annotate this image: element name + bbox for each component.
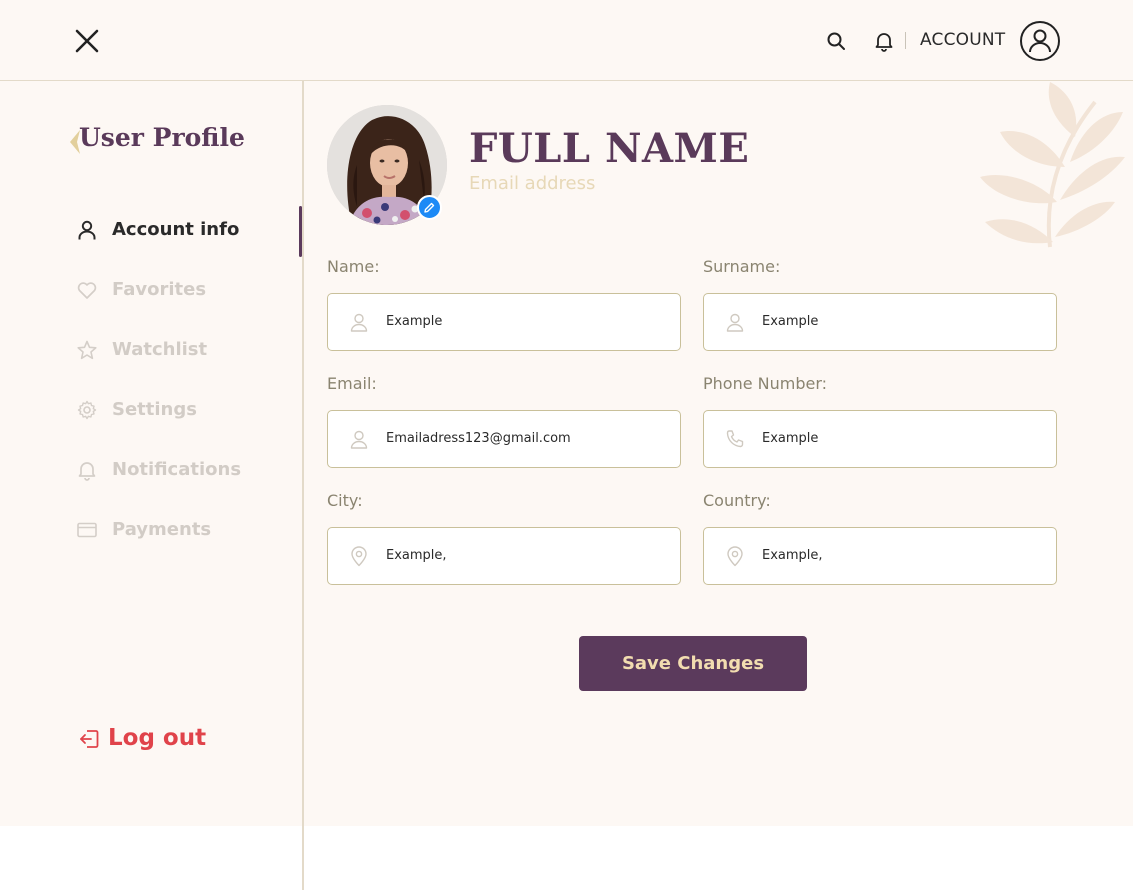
bell-icon[interactable]: [873, 30, 895, 52]
header-divider: [905, 32, 906, 49]
name-field[interactable]: Example: [327, 293, 681, 351]
user-icon: [78, 220, 96, 240]
top-header: ACCOUNT: [0, 0, 1133, 81]
sidebar-item-label: Watchlist: [112, 339, 208, 360]
bell-icon: [78, 462, 96, 481]
phone-label: Phone Number:: [703, 374, 828, 393]
star-icon: [77, 340, 97, 360]
email-label: Email:: [327, 374, 377, 393]
heart-icon: [77, 282, 97, 299]
active-nav-indicator: [299, 206, 302, 257]
sidebar-item-watchlist[interactable]: Watchlist: [74, 333, 284, 365]
sidebar-item-label: Account info: [112, 219, 240, 240]
sidebar-item-label: Payments: [112, 519, 212, 540]
account-link[interactable]: ACCOUNT: [920, 30, 1005, 50]
search-icon[interactable]: [826, 31, 846, 51]
edit-avatar-button[interactable]: [417, 195, 442, 220]
sidebar-item-payments[interactable]: Payments: [74, 513, 284, 545]
country-label: Country:: [703, 491, 771, 510]
logout-button[interactable]: Log out: [76, 722, 226, 756]
profile-full-name: FULL NAME: [469, 125, 750, 172]
logout-label: Log out: [108, 725, 207, 751]
surname-field[interactable]: Example: [703, 293, 1057, 351]
phone-field[interactable]: Example: [703, 410, 1057, 468]
sidebar-item-label: Settings: [112, 399, 197, 420]
user-icon: [350, 430, 368, 449]
city-value: Example,: [386, 548, 447, 563]
gear-icon: [77, 400, 97, 420]
email-field[interactable]: Emailadress123@gmail.com: [327, 410, 681, 468]
sidebar-divider: [302, 81, 304, 890]
sidebar-item-favorites[interactable]: Favorites: [74, 273, 284, 305]
name-value: Example: [386, 314, 443, 329]
account-avatar-icon: [1029, 29, 1051, 53]
logout-icon: [80, 730, 99, 748]
close-icon[interactable]: [74, 28, 100, 54]
surname-label: Surname:: [703, 257, 781, 276]
city-field[interactable]: Example,: [327, 527, 681, 585]
phone-icon: [726, 430, 744, 448]
email-value: Emailadress123@gmail.com: [386, 431, 571, 446]
sidebar-title: User Profile: [79, 123, 245, 152]
surname-value: Example: [762, 314, 819, 329]
location-pin-icon: [727, 546, 743, 567]
pencil-icon: [424, 202, 435, 213]
user-icon: [726, 313, 744, 332]
account-avatar-button[interactable]: [1020, 21, 1060, 61]
user-icon: [350, 313, 368, 332]
location-pin-icon: [351, 546, 367, 567]
profile-email: Email address: [469, 173, 596, 194]
sidebar-item-notifications[interactable]: Notifications: [74, 453, 284, 485]
phone-value: Example: [762, 431, 819, 446]
sidebar-item-label: Notifications: [112, 459, 242, 480]
credit-card-icon: [77, 522, 97, 538]
save-changes-button[interactable]: Save Changes: [579, 636, 807, 691]
sidebar-item-account-info[interactable]: Account info: [74, 213, 284, 245]
country-value: Example,: [762, 548, 823, 563]
leaves-decoration: [980, 82, 1125, 248]
city-label: City:: [327, 491, 363, 510]
sidebar-item-label: Favorites: [112, 279, 207, 300]
name-label: Name:: [327, 257, 380, 276]
country-field[interactable]: Example,: [703, 527, 1057, 585]
sidebar-item-settings[interactable]: Settings: [74, 393, 284, 425]
